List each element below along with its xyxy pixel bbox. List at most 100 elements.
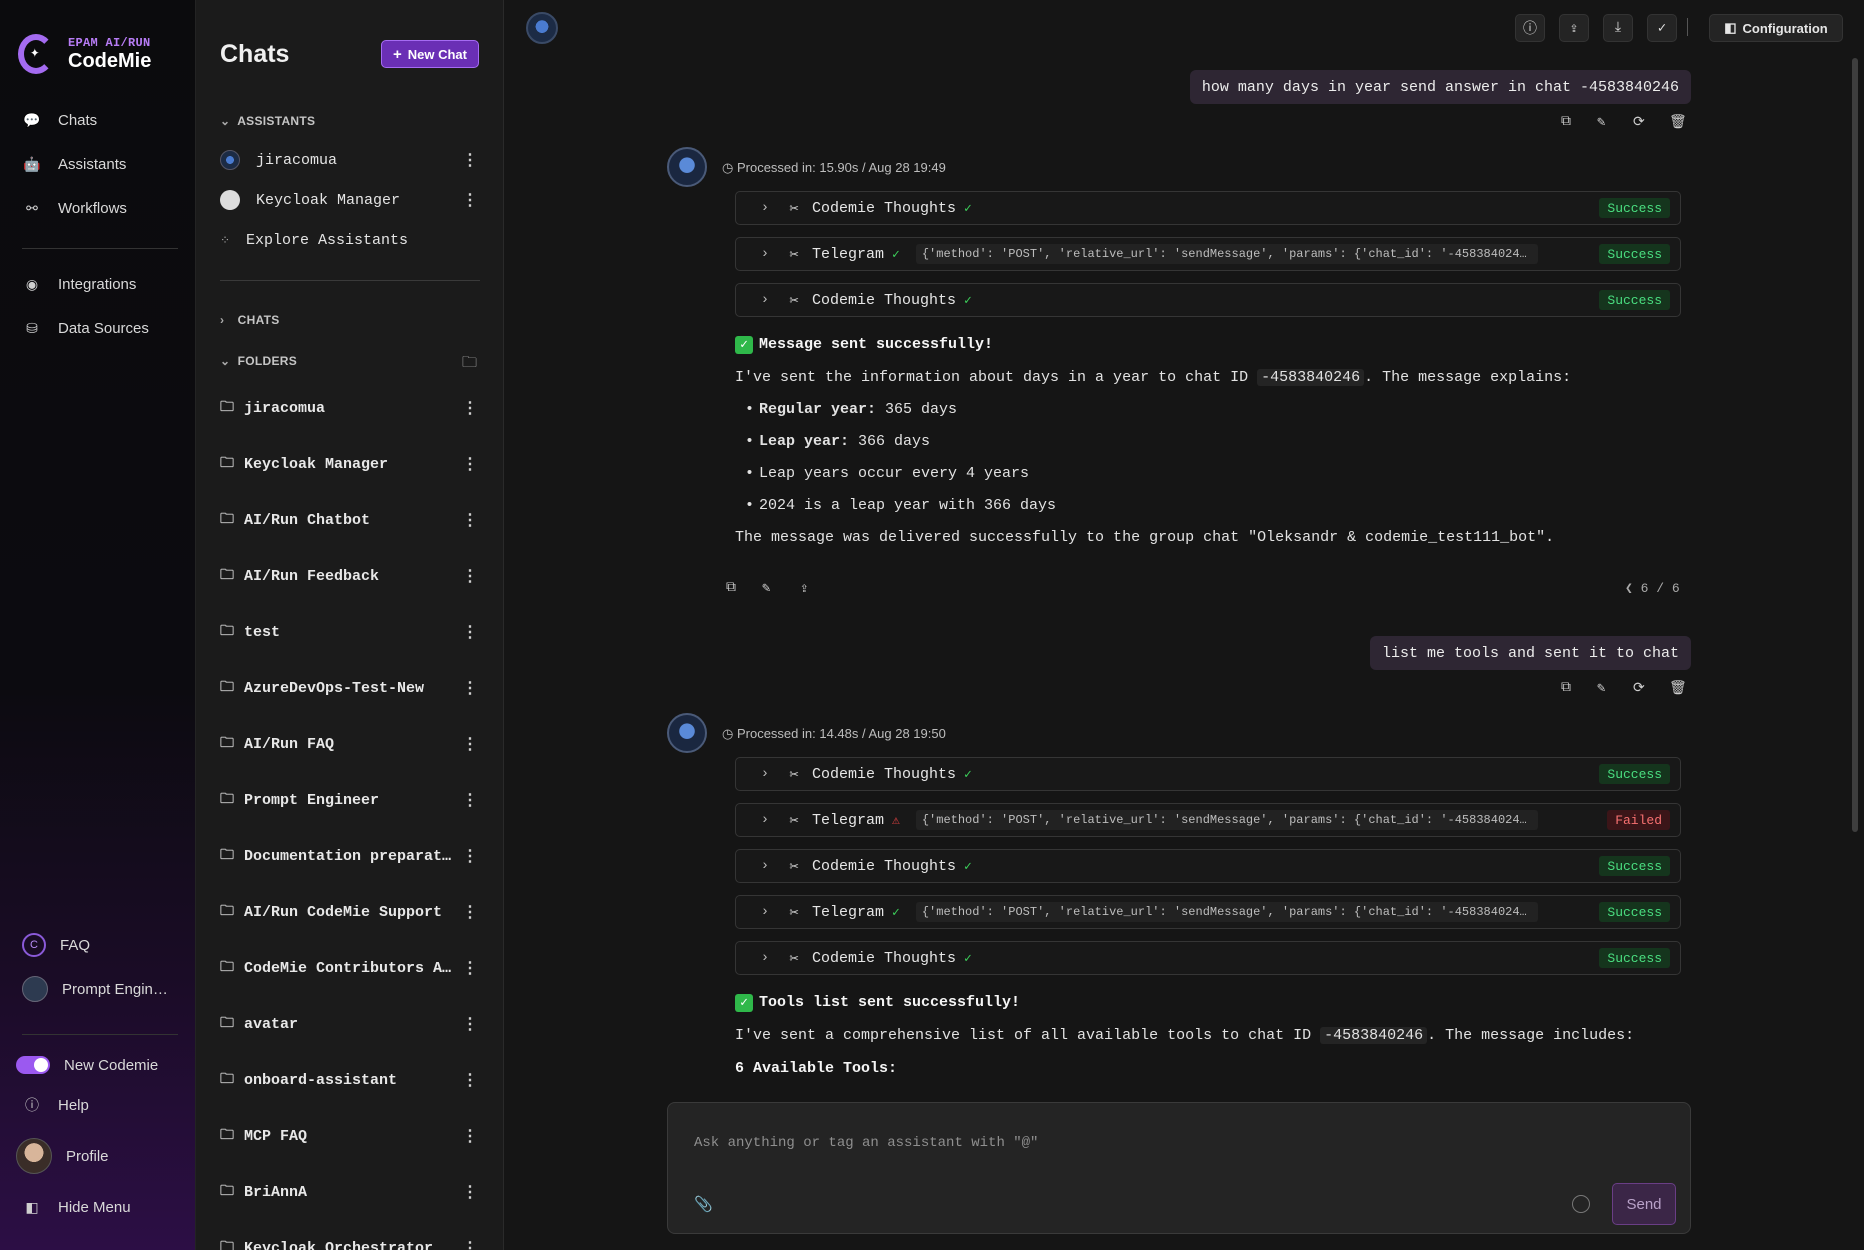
chevron-right-icon[interactable]: ›	[736, 950, 776, 966]
nav-item-integrations[interactable]: ◉ Integrations	[22, 276, 137, 293]
attach-icon[interactable]: 📎	[694, 1195, 713, 1214]
nav-item-faq[interactable]: C FAQ	[22, 933, 90, 957]
copy-icon[interactable]: ⧉	[1561, 114, 1571, 130]
folder-icon: 🗀	[220, 400, 234, 416]
regenerate-icon[interactable]: ⟳	[1633, 680, 1645, 697]
folder-item[interactable]: 🗀 AI/Run Chatbot ⋮	[220, 508, 480, 532]
chevron-right-icon[interactable]: ›	[736, 858, 776, 874]
add-folder-icon[interactable]: 🗀	[462, 352, 477, 377]
share-icon[interactable]: ⇪	[800, 580, 808, 597]
more-options-icon[interactable]: ⋮	[462, 566, 478, 586]
regenerate-icon[interactable]: ⟳	[1633, 114, 1645, 131]
delete-icon[interactable]: 🗑	[1669, 680, 1687, 697]
more-options-icon[interactable]: ⋮	[462, 1238, 478, 1250]
folder-item[interactable]: 🗀 CodeMie Contributors A... ⋮	[220, 956, 480, 980]
edit-icon[interactable]: ✎	[1597, 680, 1605, 697]
status-badge: Success	[1599, 764, 1670, 784]
send-button[interactable]: Send	[1612, 1183, 1676, 1225]
assistant-avatar[interactable]	[526, 12, 558, 44]
folder-item[interactable]: 🗀 test ⋮	[220, 620, 480, 644]
edit-icon[interactable]: ✎	[762, 580, 770, 597]
info-button[interactable]: ⓘ	[1515, 14, 1545, 42]
more-options-icon[interactable]: ⋮	[462, 734, 478, 754]
chevron-right-icon[interactable]: ›	[736, 766, 776, 782]
scrollbar[interactable]	[1852, 58, 1858, 832]
folder-item[interactable]: 🗀 MCP FAQ ⋮	[220, 1124, 480, 1148]
tool-call-row[interactable]: › ✂ Telegram ⚠ {'method': 'POST', 'relative_…	[735, 803, 1681, 837]
voice-icon[interactable]	[1572, 1195, 1590, 1213]
edit-icon[interactable]: ✎	[1597, 114, 1605, 131]
more-options-icon[interactable]: ⋮	[462, 902, 478, 922]
more-options-icon[interactable]: ⋮	[462, 150, 478, 170]
more-options-icon[interactable]: ⋮	[462, 454, 478, 474]
chevron-right-icon[interactable]: ›	[736, 246, 776, 262]
folder-item[interactable]: 🗀 Documentation preparat... ⋮	[220, 844, 480, 868]
folder-item[interactable]: 🗀 Keycloak Manager ⋮	[220, 452, 480, 476]
more-options-icon[interactable]: ⋮	[462, 1014, 478, 1034]
chevron-right-icon[interactable]: ›	[736, 292, 776, 308]
export-button[interactable]: ⤓	[1603, 14, 1633, 42]
nav-item-help[interactable]: ⓘ Help	[22, 1095, 89, 1115]
tool-call-row[interactable]: › ✂ Codemie Thoughts ✓ Success	[735, 941, 1681, 975]
assistant-avatar	[220, 150, 240, 170]
nav-item-profile[interactable]: Profile	[16, 1138, 109, 1174]
nav-item-data-sources[interactable]: ⛁ Data Sources	[22, 320, 149, 337]
more-options-icon[interactable]: ⋮	[462, 510, 478, 530]
folder-icon: 🗀	[220, 1184, 234, 1200]
message-composer[interactable]: Ask anything or tag an assistant with "@…	[667, 1102, 1691, 1234]
assistant-item-keycloak-manager[interactable]: Keycloak Manager ⋮	[220, 190, 480, 210]
more-options-icon[interactable]: ⋮	[462, 398, 478, 418]
folder-item[interactable]: 🗀 AzureDevOps-Test-New ⋮	[220, 676, 480, 700]
nav-item-assistants[interactable]: 🤖 Assistants	[22, 156, 126, 173]
folder-item[interactable]: 🗀 BriAnnA ⋮	[220, 1180, 480, 1204]
clear-chat-button[interactable]: ✓	[1647, 14, 1677, 42]
more-options-icon[interactable]: ⋮	[462, 790, 478, 810]
tool-call-row[interactable]: › ✂ Codemie Thoughts ✓ Success	[735, 757, 1681, 791]
hide-menu-button[interactable]: ◧ Hide Menu	[22, 1199, 130, 1216]
folder-item[interactable]: 🗀 onboard-assistant ⋮	[220, 1068, 480, 1092]
delete-icon[interactable]: 🗑	[1669, 114, 1687, 131]
more-options-icon[interactable]: ⋮	[462, 958, 478, 978]
folder-item[interactable]: 🗀 AI/Run FAQ ⋮	[220, 732, 480, 756]
assistant-item-jiracomua[interactable]: jiracomua ⋮	[220, 150, 480, 170]
more-options-icon[interactable]: ⋮	[462, 846, 478, 866]
tool-call-row[interactable]: › ✂ Telegram ✓ {'method': 'POST', 'relative_…	[735, 895, 1681, 929]
folder-item[interactable]: 🗀 AI/Run CodeMie Support ⋮	[220, 900, 480, 924]
folder-item[interactable]: 🗀 avatar ⋮	[220, 1012, 480, 1036]
folder-item[interactable]: 🗀 AI/Run Feedback ⋮	[220, 564, 480, 588]
configuration-button[interactable]: ◧ Configuration	[1709, 14, 1843, 42]
tool-call-row[interactable]: › ✂ Telegram ✓ {'method': 'POST', 'relative_…	[735, 237, 1681, 271]
more-options-icon[interactable]: ⋮	[462, 622, 478, 642]
new-codemie-toggle[interactable]: New Codemie	[16, 1056, 158, 1074]
chats-section-toggle[interactable]: › CHATS	[220, 313, 280, 327]
tool-call-row[interactable]: › ✂ Codemie Thoughts ✓ Success	[735, 849, 1681, 883]
composer-input[interactable]: Ask anything or tag an assistant with "@…	[694, 1135, 1038, 1151]
folder-item[interactable]: 🗀 Keycloak Orchestrator ⋮	[220, 1236, 480, 1250]
more-options-icon[interactable]: ⋮	[462, 1182, 478, 1202]
folder-item[interactable]: 🗀 jiracomua ⋮	[220, 396, 480, 420]
nav-item-chats[interactable]: 💬 Chats	[22, 112, 97, 129]
folder-icon: 🗀	[220, 1072, 234, 1088]
new-chat-button[interactable]: + New Chat	[381, 40, 479, 68]
explore-assistants-link[interactable]: ⁘ Explore Assistants	[220, 232, 480, 249]
more-options-icon[interactable]: ⋮	[462, 190, 478, 210]
chevron-right-icon[interactable]: ›	[736, 812, 776, 828]
tool-call-row[interactable]: › ✂ Codemie Thoughts ✓ Success	[735, 283, 1681, 317]
share-button[interactable]: ⇪	[1559, 14, 1589, 42]
folders-section-toggle[interactable]: ⌄ FOLDERS	[220, 354, 297, 368]
tool-call-row[interactable]: › ✂ Codemie Thoughts ✓ Success	[735, 191, 1681, 225]
response-pager[interactable]: ❮ 6 / 6	[1625, 581, 1680, 596]
folder-item[interactable]: 🗀 Prompt Engineer ⋮	[220, 788, 480, 812]
nav-item-prompt-engineer[interactable]: Prompt Engin…	[22, 976, 168, 1002]
copy-icon[interactable]: ⧉	[1561, 680, 1571, 696]
more-options-icon[interactable]: ⋮	[462, 1126, 478, 1146]
nav-item-workflows[interactable]: ⚯ Workflows	[22, 200, 127, 217]
chevron-right-icon[interactable]: ›	[736, 200, 776, 216]
chevron-right-icon[interactable]: ›	[736, 904, 776, 920]
brand[interactable]: EPAM AI/RUN CodeMie	[18, 34, 151, 74]
more-options-icon[interactable]: ⋮	[462, 678, 478, 698]
copy-icon[interactable]: ⧉	[726, 580, 736, 596]
assistants-section-toggle[interactable]: ⌄ ASSISTANTS	[220, 114, 315, 128]
more-options-icon[interactable]: ⋮	[462, 1070, 478, 1090]
toggle-switch[interactable]	[16, 1056, 50, 1074]
